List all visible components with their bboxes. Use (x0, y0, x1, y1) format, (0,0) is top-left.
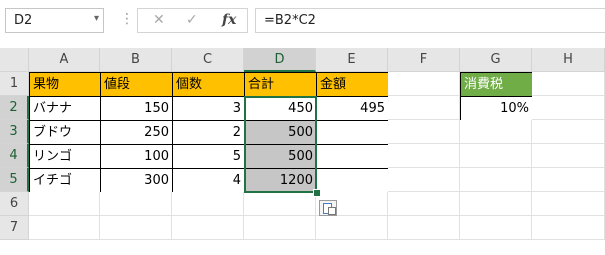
cell-c4[interactable]: 5 (172, 144, 245, 169)
cell-a6[interactable] (29, 192, 100, 216)
cell-b4[interactable]: 100 (100, 144, 173, 169)
cell-b7[interactable] (100, 216, 172, 240)
cell-d5[interactable]: 1200 (244, 168, 317, 193)
row-header-6[interactable]: 6 (0, 192, 29, 216)
cell-b5[interactable]: 300 (100, 168, 173, 193)
cell-d4[interactable]: 500 (244, 144, 317, 169)
cell-h2[interactable] (532, 96, 605, 120)
formula-bar: D2 ▾ ⋮ ✕ ✓ fx =B2*C2 (0, 0, 605, 42)
cell-f2[interactable] (388, 96, 460, 120)
cell-f7[interactable] (388, 216, 460, 240)
cell-f5[interactable] (388, 168, 460, 192)
paste-options-icon[interactable] (319, 200, 337, 216)
column-header-h[interactable]: H (532, 48, 605, 72)
drag-handle-icon[interactable]: ⋮ (120, 11, 134, 27)
column-header-b[interactable]: B (100, 48, 172, 72)
cell-d7[interactable] (244, 216, 316, 240)
column-header-f[interactable]: F (388, 48, 460, 72)
cell-f4[interactable] (388, 144, 460, 168)
chevron-down-icon[interactable]: ▾ (94, 13, 99, 24)
cell-e5[interactable] (316, 168, 389, 193)
cell-d2[interactable]: 450 (244, 96, 317, 121)
cell-g5[interactable] (460, 168, 532, 192)
cell-a3[interactable]: ブドウ (29, 120, 101, 145)
cell-e4[interactable] (316, 144, 389, 169)
cell-b2[interactable]: 150 (100, 96, 173, 121)
cell-g4[interactable] (460, 144, 532, 168)
cell-e3[interactable] (316, 120, 389, 145)
column-header-a[interactable]: A (29, 48, 100, 72)
cell-f1[interactable] (388, 72, 460, 96)
column-header-g[interactable]: G (460, 48, 532, 72)
column-header-e[interactable]: E (316, 48, 388, 72)
select-all-button[interactable] (0, 48, 29, 72)
cell-g1[interactable]: 消費税 (460, 72, 533, 97)
cell-g2[interactable]: 10% (460, 96, 533, 121)
cell-h5[interactable] (532, 168, 605, 192)
cell-h6[interactable] (532, 192, 605, 216)
cell-h3[interactable] (532, 120, 605, 144)
row-header-1[interactable]: 1 (0, 72, 29, 96)
cell-f6[interactable] (388, 192, 460, 216)
cell-e2[interactable]: 495 (316, 96, 389, 121)
name-box[interactable]: D2 ▾ (5, 8, 104, 33)
cell-a1[interactable]: 果物 (29, 72, 101, 97)
cell-c1[interactable]: 個数 (172, 72, 245, 97)
formula-buttons: ✕ ✓ fx (137, 8, 248, 33)
cell-h1[interactable] (532, 72, 605, 96)
cell-a7[interactable] (29, 216, 100, 240)
formula-input[interactable]: =B2*C2 (255, 8, 605, 33)
row-header-3[interactable]: 3 (0, 120, 29, 144)
cell-g3[interactable] (460, 120, 532, 144)
name-box-value: D2 (14, 13, 33, 28)
cell-a4[interactable]: リンゴ (29, 144, 101, 169)
column-header-c[interactable]: C (172, 48, 244, 72)
cell-h4[interactable] (532, 144, 605, 168)
cell-b6[interactable] (100, 192, 172, 216)
row-header-2[interactable]: 2 (0, 96, 29, 120)
cell-a2[interactable]: バナナ (29, 96, 101, 121)
cell-g6[interactable] (460, 192, 532, 216)
cell-e7[interactable] (316, 216, 388, 240)
cell-d3[interactable]: 500 (244, 120, 317, 145)
cell-a5[interactable]: イチゴ (29, 168, 101, 193)
cell-b3[interactable]: 250 (100, 120, 173, 145)
insert-function-icon[interactable]: fx (222, 12, 236, 28)
cell-c3[interactable]: 2 (172, 120, 245, 145)
cancel-icon[interactable]: ✕ (153, 12, 165, 28)
row-header-4[interactable]: 4 (0, 144, 29, 168)
cell-c7[interactable] (172, 216, 244, 240)
cell-c6[interactable] (172, 192, 244, 216)
cell-e1[interactable]: 金額 (316, 72, 389, 97)
cell-c5[interactable]: 4 (172, 168, 245, 193)
cell-g7[interactable] (460, 216, 532, 240)
fill-handle[interactable] (313, 189, 321, 197)
cell-d6[interactable] (244, 192, 316, 216)
cell-f3[interactable] (388, 120, 460, 144)
column-header-d[interactable]: D (244, 48, 316, 72)
cell-c2[interactable]: 3 (172, 96, 245, 121)
row-header-5[interactable]: 5 (0, 168, 29, 192)
formula-text: =B2*C2 (264, 13, 316, 28)
row-header-7[interactable]: 7 (0, 216, 29, 240)
cell-h7[interactable] (532, 216, 605, 240)
cell-b1[interactable]: 値段 (100, 72, 173, 97)
enter-icon[interactable]: ✓ (186, 12, 198, 28)
cell-d1[interactable]: 合計 (244, 72, 317, 97)
